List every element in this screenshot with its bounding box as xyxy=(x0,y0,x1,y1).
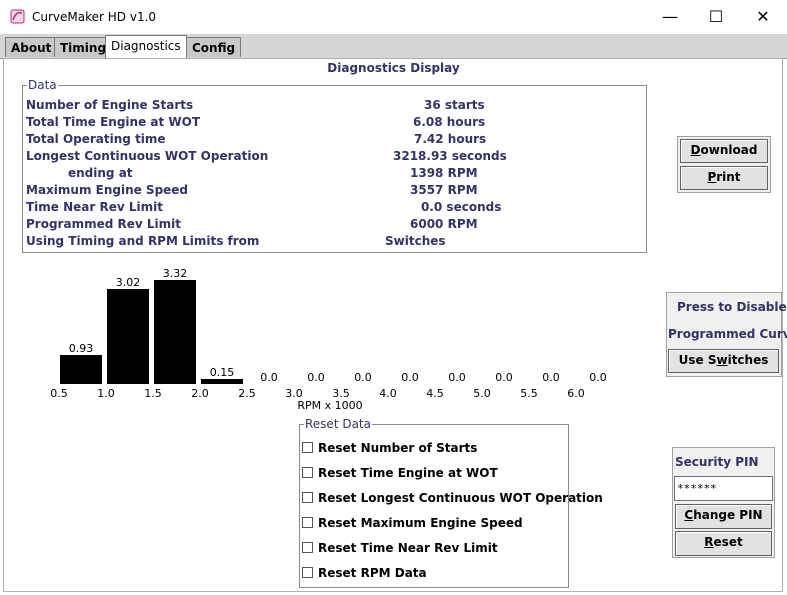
chart-bar xyxy=(107,289,149,384)
tab-diagnostics[interactable]: Diagnostics xyxy=(105,35,187,58)
reset-mnemonic: R xyxy=(704,535,714,549)
data-row-value: 0.0 seconds xyxy=(421,200,502,214)
chart-x-tick-label: 5.0 xyxy=(473,387,491,400)
print-mnemonic: P xyxy=(707,170,717,184)
panel-title: Diagnostics Display xyxy=(327,61,460,75)
data-row-value: 36 starts xyxy=(424,98,485,112)
data-row-value: 6000 RPM xyxy=(410,217,478,231)
reset-longest-wot-option[interactable]: Reset Longest Continuous WOT Operation xyxy=(302,491,603,505)
reset-wot-time-option[interactable]: Reset Time Engine at WOT xyxy=(302,466,498,480)
use-switches-label-pre: Use S xyxy=(678,353,717,367)
change-pin-label-post: hange PIN xyxy=(693,508,763,522)
print-label-rest: rint xyxy=(716,170,741,184)
chart-x-tick-label: 2.5 xyxy=(238,387,256,400)
data-row-label: Using Timing and RPM Limits from xyxy=(26,234,260,248)
data-row-value: 7.42 hours xyxy=(414,132,487,146)
print-button[interactable]: Print xyxy=(680,166,768,190)
download-label-rest: ownload xyxy=(700,143,758,157)
chart-x-tick-label: 0.5 xyxy=(50,387,68,400)
chart-value-label: 0.0 xyxy=(495,371,513,384)
chart-value-label: 0.93 xyxy=(69,342,94,355)
data-row-value: Switches xyxy=(385,234,446,248)
reset-rpm-data-label: Reset RPM Data xyxy=(318,566,427,580)
reset-longest-wot-label: Reset Longest Continuous WOT Operation xyxy=(318,491,603,505)
reset-longest-wot-checkbox[interactable] xyxy=(302,492,313,503)
data-row-value: 6.08 hours xyxy=(413,115,486,129)
disable-curve-line2: Programmed Curve xyxy=(668,327,787,341)
maximize-icon[interactable]: ☐ xyxy=(693,0,739,34)
title-bar: CurveMaker HD v1.0 — ☐ ✕ xyxy=(0,0,787,35)
security-pin-input[interactable] xyxy=(674,476,773,501)
data-row-value: 3218.93 seconds xyxy=(393,149,507,163)
reset-rev-limit-checkbox[interactable] xyxy=(302,542,313,553)
app-icon xyxy=(10,9,25,24)
data-row-label: Time Near Rev Limit xyxy=(26,200,163,214)
tab-config[interactable]: Config xyxy=(186,37,242,57)
data-row-value: 3557 RPM xyxy=(410,183,478,197)
chart-value-label: 0.0 xyxy=(260,371,278,384)
data-group-legend: Data xyxy=(27,78,58,92)
chart-value-label: 0.0 xyxy=(307,371,325,384)
chart-value-label: 0.15 xyxy=(210,366,235,379)
chart-x-tick-label: 4.0 xyxy=(379,387,397,400)
data-row-label: Total Operating time xyxy=(26,132,166,146)
chart-x-tick-label: 5.5 xyxy=(520,387,538,400)
use-switches-label-post: itches xyxy=(727,353,769,367)
close-icon[interactable]: ✕ xyxy=(740,0,786,34)
reset-data-legend: Reset Data xyxy=(304,417,372,431)
data-row-label: ending at xyxy=(68,166,133,180)
chart-value-label: 0.0 xyxy=(448,371,466,384)
data-row-label: Total Time Engine at WOT xyxy=(26,115,201,129)
chart-bar xyxy=(201,379,243,384)
chart-value-labels: 0.93 3.02 3.32 0.15 0.0 0.0 0.0 0.0 0.0 0.0 0.0 0.0 xyxy=(69,267,607,384)
disable-curve-line1: Press to Disable xyxy=(677,300,787,314)
tab-strip: About Timing Diagnostics Config xyxy=(0,34,787,59)
chart-x-tick-label: 1.5 xyxy=(144,387,162,400)
reset-max-speed-checkbox[interactable] xyxy=(302,517,313,528)
chart-value-label: 0.0 xyxy=(542,371,560,384)
reset-rev-limit-option[interactable]: Reset Time Near Rev Limit xyxy=(302,541,498,555)
use-switches-mnemonic: w xyxy=(716,353,728,367)
reset-starts-option[interactable]: Reset Number of Starts xyxy=(302,441,477,455)
data-row-label: Maximum Engine Speed xyxy=(26,183,189,197)
rpm-histogram-chart: 0.93 3.02 3.32 0.15 0.0 0.0 0.0 0.0 0.0 0.0 0.0 0.0… xyxy=(50,267,607,412)
reset-wot-time-checkbox[interactable] xyxy=(302,467,313,478)
reset-starts-checkbox[interactable] xyxy=(302,442,313,453)
reset-starts-label: Reset Number of Starts xyxy=(318,441,478,455)
change-pin-mnemonic: C xyxy=(684,508,694,522)
chart-x-tick-label: 2.0 xyxy=(191,387,209,400)
chart-bar xyxy=(60,355,102,384)
chart-value-label: 0.0 xyxy=(401,371,419,384)
tab-about[interactable]: About xyxy=(5,37,58,57)
data-row-label: Longest Continuous WOT Operation xyxy=(26,149,269,163)
chart-value-label: 3.02 xyxy=(116,276,141,289)
chart-value-label: 0.0 xyxy=(354,371,372,384)
change-pin-button[interactable]: Change PIN xyxy=(675,504,772,529)
reset-button[interactable]: Reset xyxy=(675,531,772,556)
chart-bar xyxy=(154,280,196,384)
chart-value-label: 0.0 xyxy=(589,371,607,384)
reset-rpm-data-checkbox[interactable] xyxy=(302,567,313,578)
reset-rpm-data-option[interactable]: Reset RPM Data xyxy=(302,566,427,580)
tab-timing[interactable]: Timing xyxy=(54,37,113,57)
chart-x-tick-label: 4.5 xyxy=(426,387,444,400)
data-row-label: Programmed Rev Limit xyxy=(26,217,181,231)
chart-x-tick-label: 1.0 xyxy=(97,387,115,400)
security-pin-label: Security PIN xyxy=(675,455,759,469)
chart-x-axis-label: RPM x 1000 xyxy=(297,399,362,412)
download-mnemonic: D xyxy=(690,143,701,157)
minimize-icon[interactable]: — xyxy=(647,0,693,34)
reset-rev-limit-label: Reset Time Near Rev Limit xyxy=(318,541,498,555)
use-switches-button[interactable]: Use Switches xyxy=(668,349,779,373)
window-title: CurveMaker HD v1.0 xyxy=(32,10,157,24)
download-button[interactable]: Download xyxy=(680,139,768,163)
data-row-label: Number of Engine Starts xyxy=(26,98,194,112)
reset-label-post: eset xyxy=(713,535,743,549)
data-row-value: 1398 RPM xyxy=(410,166,478,180)
chart-value-label: 3.32 xyxy=(163,267,188,280)
chart-x-tick-label: 6.0 xyxy=(567,387,585,400)
reset-max-speed-label: Reset Maximum Engine Speed xyxy=(318,516,523,530)
reset-max-speed-option[interactable]: Reset Maximum Engine Speed xyxy=(302,516,523,530)
reset-wot-time-label: Reset Time Engine at WOT xyxy=(318,466,498,480)
